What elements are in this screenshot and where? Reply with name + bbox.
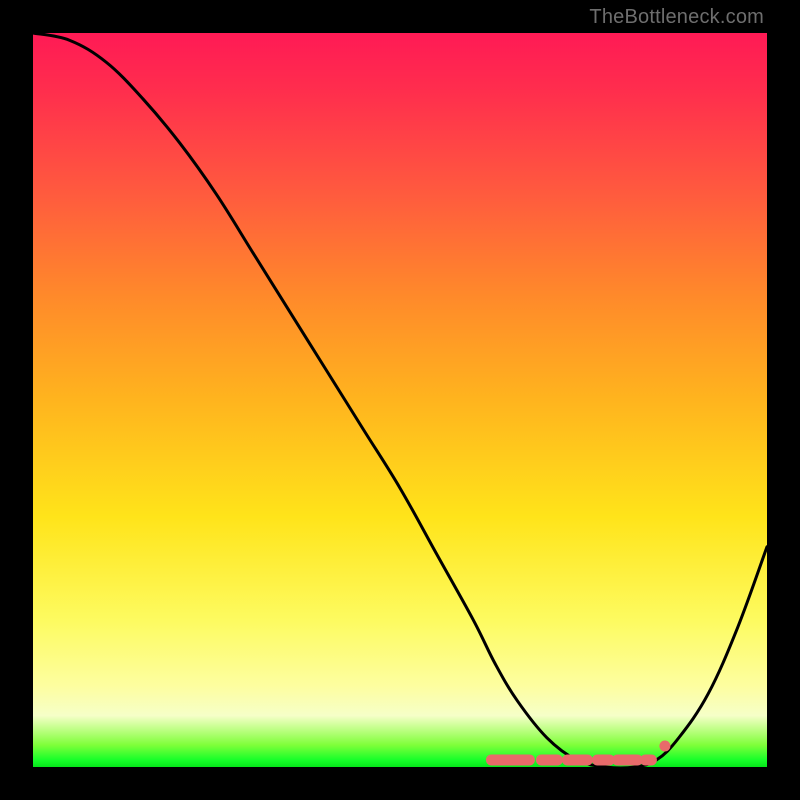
plot-area <box>33 33 767 767</box>
curve-svg <box>33 33 767 767</box>
highlight-markers <box>491 741 670 761</box>
highlight-dot <box>659 741 670 752</box>
chart-frame: TheBottleneck.com <box>0 0 800 800</box>
bottleneck-curve <box>33 33 767 768</box>
attribution-label: TheBottleneck.com <box>589 6 764 29</box>
